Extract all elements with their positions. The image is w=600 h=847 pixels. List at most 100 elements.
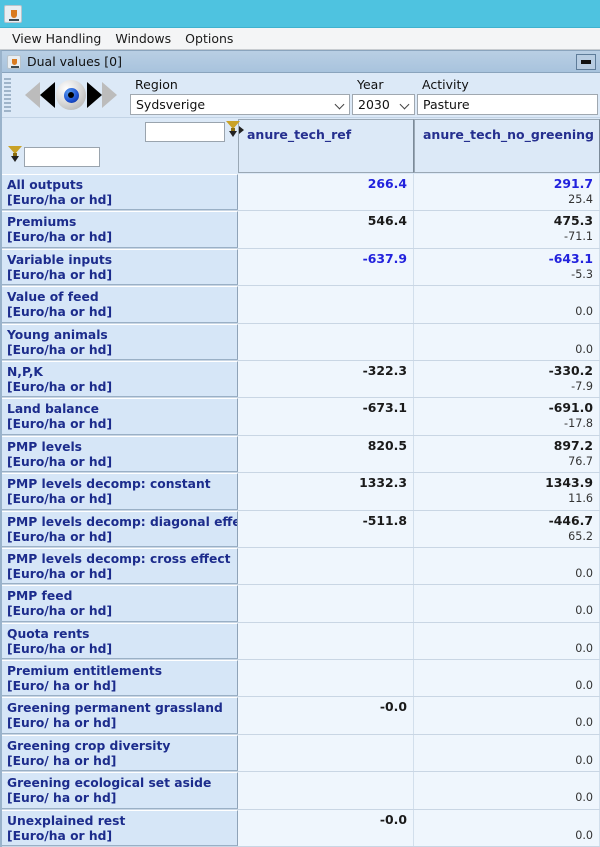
- table-cell[interactable]: -637.9: [238, 249, 414, 285]
- row-unit: [Euro/ha or hd]: [7, 829, 237, 844]
- table-row[interactable]: Quota rents[Euro/ha or hd] 0.0: [2, 623, 600, 660]
- table-cell[interactable]: 0.0: [414, 286, 600, 322]
- row-header[interactable]: Value of feed[Euro/ha or hd]: [2, 286, 238, 322]
- table-cell[interactable]: -330.2-7.9: [414, 361, 600, 397]
- table-cell[interactable]: [238, 623, 414, 659]
- table-row[interactable]: PMP levels decomp: constant[Euro/ha or h…: [2, 473, 600, 510]
- activity-value: Pasture: [423, 97, 594, 112]
- table-row[interactable]: PMP feed[Euro/ha or hd] 0.0: [2, 585, 600, 622]
- row-header[interactable]: Premium entitlements[Euro/ ha or hd]: [2, 660, 238, 696]
- table-cell[interactable]: 0.0: [414, 585, 600, 621]
- row-header[interactable]: Greening permanent grassland[Euro/ ha or…: [2, 697, 238, 733]
- table-row[interactable]: N,P,K[Euro/ha or hd]-322.3-330.2-7.9: [2, 361, 600, 398]
- menu-item-windows[interactable]: Windows: [108, 29, 178, 48]
- row-unit: [Euro/ha or hd]: [7, 604, 237, 619]
- table-cell[interactable]: -643.1-5.3: [414, 249, 600, 285]
- filter-funnel-icon[interactable]: [8, 146, 22, 162]
- table-cell[interactable]: -0.0: [238, 810, 414, 846]
- table-row[interactable]: All outputs[Euro/ha or hd] 266.4 291.725.4: [2, 174, 600, 211]
- row-header[interactable]: Premiums[Euro/ha or hd]: [2, 211, 238, 247]
- row-header[interactable]: PMP levels[Euro/ha or hd]: [2, 436, 238, 472]
- row-header[interactable]: Young animals[Euro/ha or hd]: [2, 324, 238, 360]
- cell-subvalue: 65.2: [568, 530, 593, 543]
- table-row[interactable]: Value of feed[Euro/ha or hd] 0.0: [2, 286, 600, 323]
- table-cell[interactable]: [238, 735, 414, 771]
- row-header[interactable]: Greening ecological set aside[Euro/ ha o…: [2, 772, 238, 808]
- table-cell[interactable]: -511.8: [238, 511, 414, 547]
- row-header[interactable]: Land balance[Euro/ha or hd]: [2, 398, 238, 434]
- row-header[interactable]: PMP levels decomp: constant[Euro/ha or h…: [2, 473, 238, 509]
- nav-prev-icon[interactable]: [40, 82, 55, 108]
- internal-frame-titlebar[interactable]: Dual values [0]: [2, 51, 600, 73]
- table-cell[interactable]: 1332.3: [238, 473, 414, 509]
- region-dropdown[interactable]: Sydsverige: [130, 94, 350, 115]
- table-cell[interactable]: -691.0-17.8: [414, 398, 600, 434]
- table-row[interactable]: Greening permanent grassland[Euro/ ha or…: [2, 697, 600, 734]
- table-cell[interactable]: 475.3-71.1: [414, 211, 600, 247]
- table-cell[interactable]: 0.0: [414, 772, 600, 808]
- table-row[interactable]: Variable inputs[Euro/ha or hd]-637.9-643…: [2, 249, 600, 286]
- table-cell[interactable]: [238, 548, 414, 584]
- table-cell[interactable]: -446.765.2: [414, 511, 600, 547]
- table-cell[interactable]: 897.276.7: [414, 436, 600, 472]
- table-row[interactable]: PMP levels decomp: cross effect[Euro/ha …: [2, 548, 600, 585]
- row-header[interactable]: PMP feed[Euro/ha or hd]: [2, 585, 238, 621]
- table-cell[interactable]: 820.5: [238, 436, 414, 472]
- row-header[interactable]: N,P,K[Euro/ha or hd]: [2, 361, 238, 397]
- table-row[interactable]: Land balance[Euro/ha or hd]-673.1-691.0-…: [2, 398, 600, 435]
- menu-item-view-handling[interactable]: View Handling: [5, 29, 108, 48]
- table-row[interactable]: Greening ecological set aside[Euro/ ha o…: [2, 772, 600, 809]
- table-cell[interactable]: [238, 660, 414, 696]
- toolbar-drag-handle[interactable]: [4, 78, 11, 112]
- table-cell[interactable]: 546.4: [238, 211, 414, 247]
- table-cell[interactable]: 266.4: [238, 174, 414, 210]
- table-cell[interactable]: -0.0: [238, 697, 414, 733]
- column-filter-input[interactable]: [145, 122, 225, 142]
- table-row[interactable]: PMP levels decomp: diagonal effect[Euro/…: [2, 511, 600, 548]
- table-cell[interactable]: 291.725.4: [414, 174, 600, 210]
- table-cell[interactable]: 0.0: [414, 735, 600, 771]
- row-header[interactable]: PMP levels decomp: cross effect[Euro/ha …: [2, 548, 238, 584]
- column-header-anure-tech-ref[interactable]: anure_tech_ref: [238, 119, 414, 173]
- cell-value: 266.4: [368, 176, 407, 191]
- table-cell[interactable]: 0.0: [414, 810, 600, 846]
- table-row[interactable]: Young animals[Euro/ha or hd] 0.0: [2, 324, 600, 361]
- row-header[interactable]: Variable inputs[Euro/ha or hd]: [2, 249, 238, 285]
- menu-item-options[interactable]: Options: [178, 29, 240, 48]
- table-cell[interactable]: 0.0: [414, 697, 600, 733]
- column-header-anure-tech-no-greening[interactable]: anure_tech_no_greening: [414, 119, 600, 173]
- eye-icon[interactable]: [56, 80, 86, 110]
- row-filter-input[interactable]: [24, 147, 100, 167]
- table-cell[interactable]: 0.0: [414, 623, 600, 659]
- row-header[interactable]: All outputs[Euro/ha or hd]: [2, 174, 238, 210]
- activity-dropdown[interactable]: Pasture: [417, 94, 598, 115]
- table-cell[interactable]: [238, 585, 414, 621]
- table-cell[interactable]: 0.0: [414, 660, 600, 696]
- row-header[interactable]: Greening crop diversity[Euro/ ha or hd]: [2, 735, 238, 771]
- table-header-row: anure_tech_ref anure_tech_no_greening: [2, 118, 600, 174]
- table-cell[interactable]: 0.0: [414, 324, 600, 360]
- nav-next-icon[interactable]: [87, 82, 102, 108]
- table-row[interactable]: Premiums[Euro/ha or hd]546.4475.3-71.1: [2, 211, 600, 248]
- table-row[interactable]: Premium entitlements[Euro/ ha or hd] 0.0: [2, 660, 600, 697]
- table-cell[interactable]: 0.0: [414, 548, 600, 584]
- row-header[interactable]: Quota rents[Euro/ha or hd]: [2, 623, 238, 659]
- table-row[interactable]: Greening crop diversity[Euro/ ha or hd] 0…: [2, 735, 600, 772]
- table-cell[interactable]: [238, 324, 414, 360]
- filter-funnel-icon[interactable]: [226, 121, 240, 137]
- table-cell[interactable]: -322.3: [238, 361, 414, 397]
- table-row[interactable]: Unexplained rest[Euro/ha or hd]-0.00.0: [2, 810, 600, 847]
- year-dropdown[interactable]: 2030: [352, 94, 415, 115]
- cell-subvalue: 25.4: [568, 193, 593, 206]
- table-row[interactable]: PMP levels[Euro/ha or hd]820.5897.276.7: [2, 436, 600, 473]
- field-activity: Activity Pasture: [417, 75, 600, 115]
- table-cell[interactable]: 1343.911.6: [414, 473, 600, 509]
- nav-first-icon[interactable]: [25, 82, 40, 108]
- nav-last-icon[interactable]: [102, 82, 117, 108]
- row-header[interactable]: Unexplained rest[Euro/ha or hd]: [2, 810, 238, 846]
- row-header[interactable]: PMP levels decomp: diagonal effect[Euro/…: [2, 511, 238, 547]
- table-cell[interactable]: -673.1: [238, 398, 414, 434]
- table-cell[interactable]: [238, 286, 414, 322]
- minimize-button[interactable]: [576, 54, 596, 70]
- table-cell[interactable]: [238, 772, 414, 808]
